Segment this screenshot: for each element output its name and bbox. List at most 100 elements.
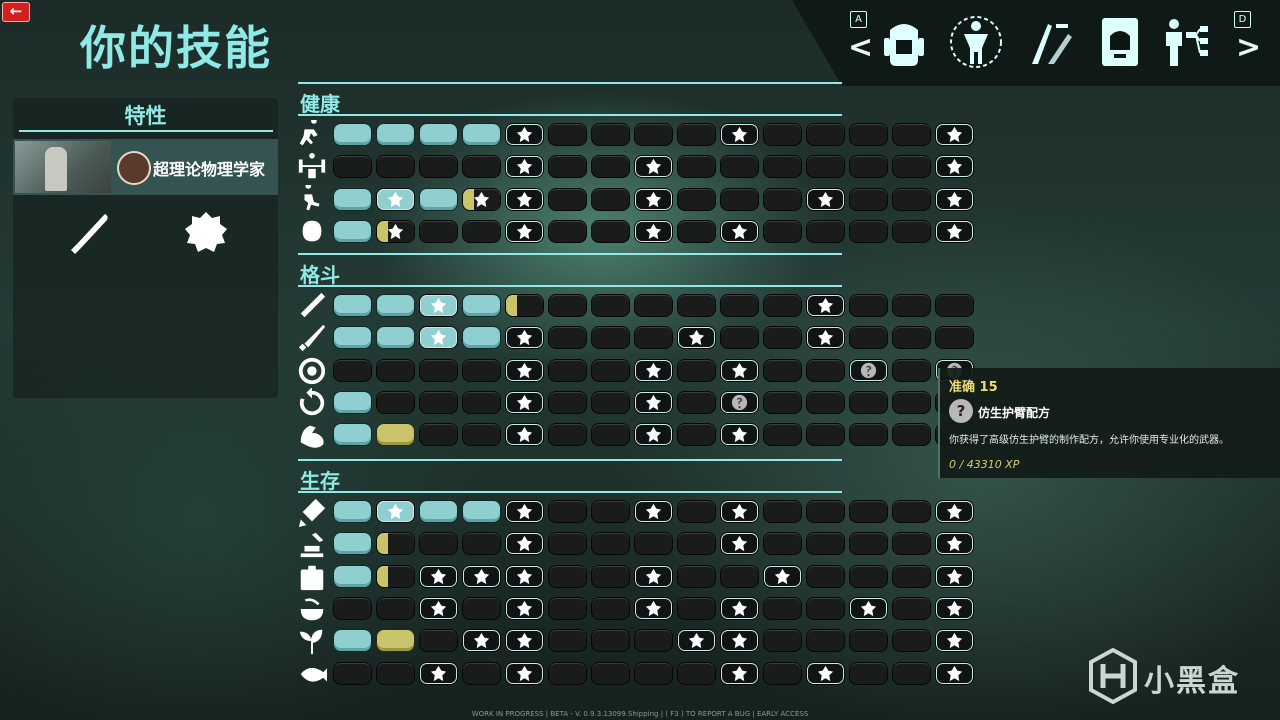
- ninja-icon[interactable]: [296, 217, 328, 247]
- skill-slot-empty[interactable]: [678, 220, 715, 242]
- perk-slot-unlocked[interactable]: [377, 188, 414, 210]
- skill-slot-empty[interactable]: [549, 424, 586, 446]
- skill-slot-empty[interactable]: [807, 565, 844, 587]
- backpack-icon[interactable]: [876, 14, 932, 70]
- muscle-icon[interactable]: [296, 420, 328, 450]
- skill-slot-empty[interactable]: [463, 359, 500, 381]
- skill-slot-empty[interactable]: [678, 533, 715, 555]
- perk-slot[interactable]: [721, 662, 758, 684]
- perk-slot[interactable]: [420, 597, 457, 619]
- skill-slot-empty[interactable]: [893, 662, 930, 684]
- perk-slot[interactable]: [678, 630, 715, 652]
- skill-slot-empty[interactable]: [549, 597, 586, 619]
- skill-slot-empty[interactable]: [893, 188, 930, 210]
- skill-slot-progress[interactable]: [377, 220, 414, 242]
- skill-slot-empty[interactable]: [592, 630, 629, 652]
- skill-slot-empty[interactable]: [549, 220, 586, 242]
- skill-slot-progress[interactable]: [377, 565, 414, 587]
- perk-slot[interactable]: [635, 188, 672, 210]
- skill-slot-empty[interactable]: [635, 630, 672, 652]
- skill-slot-empty[interactable]: [549, 630, 586, 652]
- skill-slot-empty[interactable]: [635, 327, 672, 349]
- skill-slot-empty[interactable]: [678, 662, 715, 684]
- skill-slot-empty[interactable]: [850, 424, 887, 446]
- medkit-icon[interactable]: [296, 562, 328, 592]
- cooking-icon[interactable]: [296, 594, 328, 624]
- skill-slot-empty[interactable]: [334, 597, 371, 619]
- skill-slot-empty[interactable]: [721, 295, 758, 316]
- skill-slot-empty[interactable]: [592, 124, 629, 145]
- perk-slot[interactable]: [506, 188, 543, 210]
- perk-slot[interactable]: [807, 327, 844, 349]
- perk-slot[interactable]: [721, 220, 758, 242]
- skill-slot-empty[interactable]: [893, 327, 930, 349]
- skill-slot-empty[interactable]: [764, 662, 801, 684]
- blade-icon[interactable]: [296, 323, 328, 353]
- running-icon[interactable]: [296, 120, 328, 150]
- skill-slot-empty[interactable]: [334, 662, 371, 684]
- skill-slot-empty[interactable]: [635, 533, 672, 555]
- skill-slot-filled[interactable]: [334, 188, 371, 210]
- skill-slot-empty[interactable]: [635, 295, 672, 316]
- perk-slot[interactable]: [635, 391, 672, 413]
- skill-slot-empty[interactable]: [592, 662, 629, 684]
- fishing-icon[interactable]: [296, 659, 328, 689]
- perk-slot-unlocked[interactable]: [420, 327, 457, 349]
- perk-slot[interactable]: [721, 597, 758, 619]
- skill-slot-empty[interactable]: [592, 359, 629, 381]
- skill-slot-empty[interactable]: [420, 424, 457, 446]
- skill-slot-empty[interactable]: [592, 156, 629, 178]
- skill-slot-empty[interactable]: [678, 597, 715, 619]
- skill-slot-empty[interactable]: [893, 391, 930, 413]
- skill-slot-empty[interactable]: [850, 501, 887, 522]
- skill-slot-progress[interactable]: [377, 424, 414, 446]
- skill-slot-empty[interactable]: [764, 533, 801, 555]
- skill-slot-empty[interactable]: [549, 565, 586, 587]
- skill-slot-empty[interactable]: [764, 391, 801, 413]
- skill-slot-empty[interactable]: [592, 501, 629, 522]
- skill-slot-empty[interactable]: [807, 424, 844, 446]
- skill-slot-empty[interactable]: [463, 424, 500, 446]
- perk-slot[interactable]: [635, 565, 672, 587]
- skill-slot-filled[interactable]: [334, 295, 371, 316]
- perk-slot[interactable]: [936, 597, 973, 619]
- build-icon[interactable]: [296, 529, 328, 559]
- skill-slot-empty[interactable]: [850, 327, 887, 349]
- skill-slot-empty[interactable]: [936, 327, 973, 349]
- skill-slot-empty[interactable]: [592, 220, 629, 242]
- crafting-icon[interactable]: [1022, 14, 1078, 70]
- perk-slot-progress[interactable]: [506, 124, 543, 145]
- perk-slot[interactable]: [721, 533, 758, 555]
- skill-slot-empty[interactable]: [420, 220, 457, 242]
- perk-slot[interactable]: [635, 424, 672, 446]
- skill-slot-empty[interactable]: [463, 597, 500, 619]
- perk-slot[interactable]: [764, 565, 801, 587]
- skill-slot-empty[interactable]: [678, 501, 715, 522]
- skill-slot-empty[interactable]: [549, 124, 586, 145]
- skill-slot-filled[interactable]: [334, 501, 371, 522]
- skill-slot-empty[interactable]: [721, 188, 758, 210]
- skill-slot-filled[interactable]: [377, 327, 414, 349]
- skill-slot-empty[interactable]: [678, 156, 715, 178]
- skill-slot-filled[interactable]: [463, 295, 500, 316]
- skill-slot-empty[interactable]: [807, 156, 844, 178]
- perk-slot-unlocked[interactable]: [420, 295, 457, 316]
- perk-slot[interactable]: [721, 424, 758, 446]
- perk-slot[interactable]: [635, 156, 672, 178]
- skill-slot-empty[interactable]: [592, 565, 629, 587]
- skill-slot-empty[interactable]: [893, 630, 930, 652]
- skill-slot-empty[interactable]: [549, 533, 586, 555]
- perk-slot[interactable]: [506, 533, 543, 555]
- perk-slot[interactable]: [807, 662, 844, 684]
- perk-slot[interactable]: [506, 156, 543, 178]
- weightlifter-icon[interactable]: [296, 152, 328, 182]
- skill-slot-empty[interactable]: [377, 391, 414, 413]
- skill-slot-empty[interactable]: [334, 359, 371, 381]
- skill-slot-empty[interactable]: [893, 597, 930, 619]
- skill-slot-empty[interactable]: [635, 662, 672, 684]
- skill-slot-empty[interactable]: [678, 295, 715, 316]
- perk-slot[interactable]: [721, 359, 758, 381]
- perk-slot-unknown[interactable]: [850, 359, 887, 381]
- skill-slot-empty[interactable]: [807, 359, 844, 381]
- skill-slot-empty[interactable]: [893, 156, 930, 178]
